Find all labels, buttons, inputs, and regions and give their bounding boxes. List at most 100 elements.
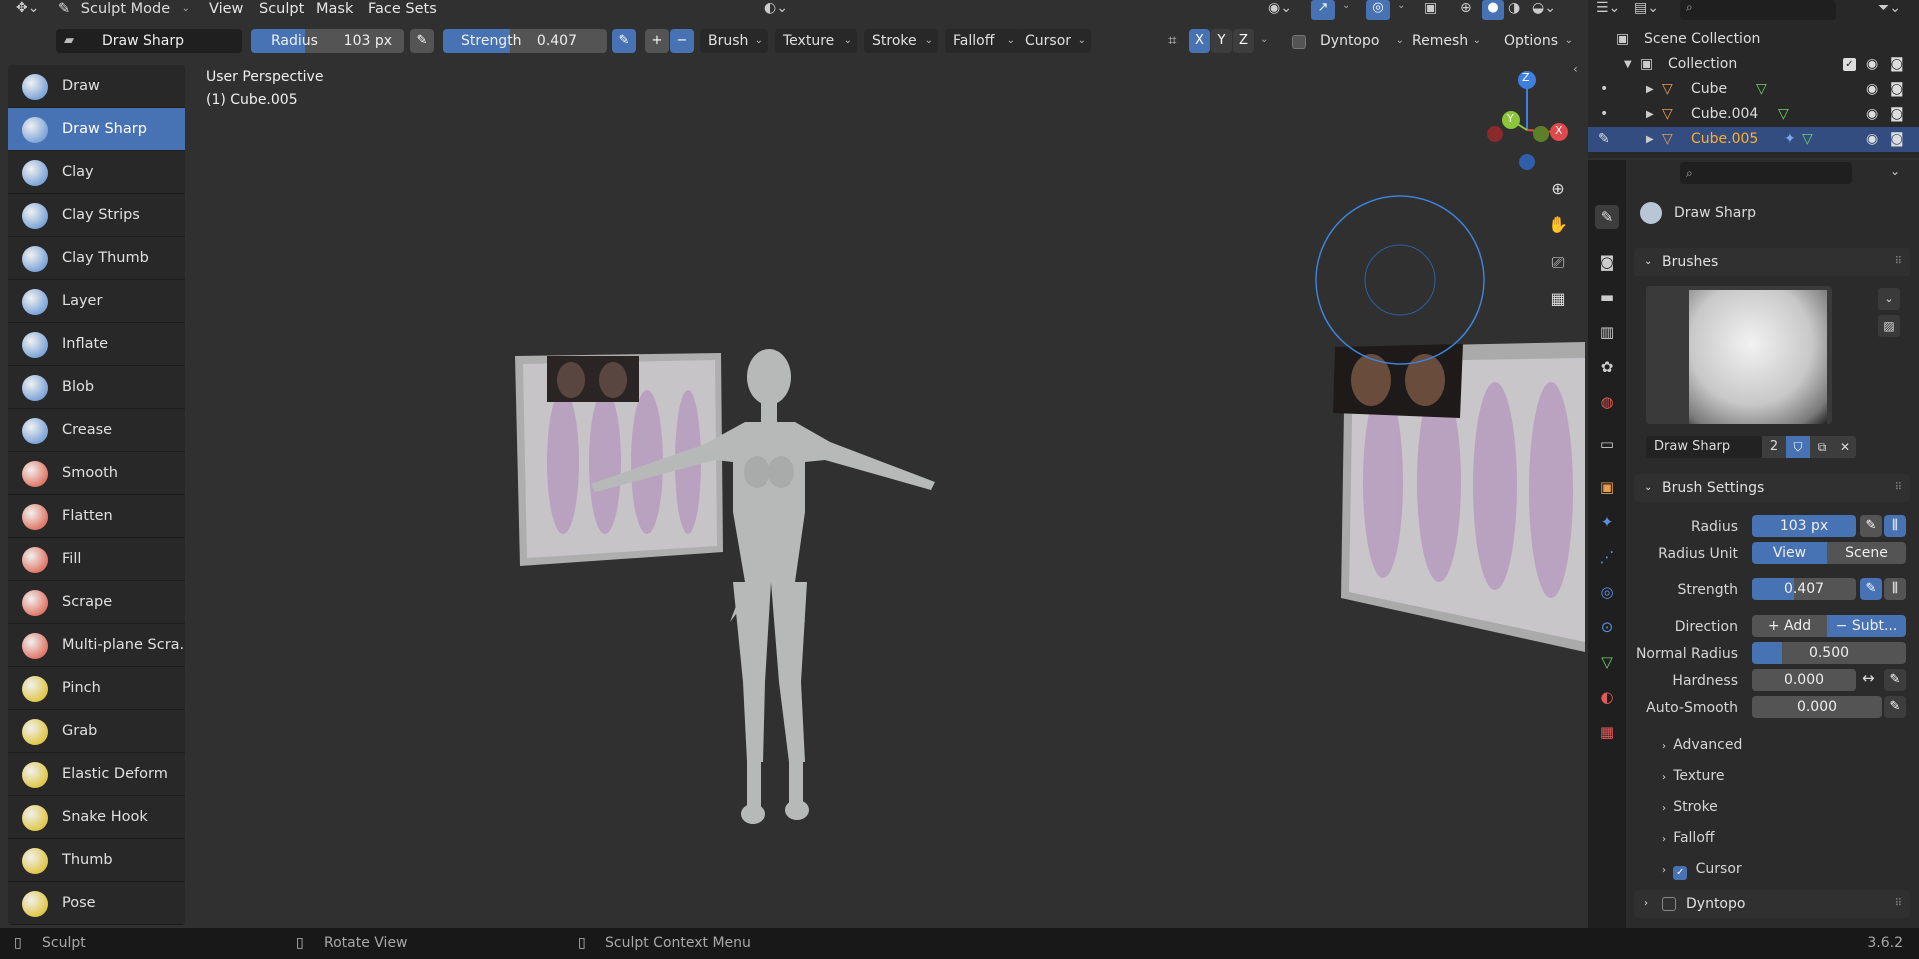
modifier-tab-icon[interactable]: ✦ bbox=[1595, 510, 1619, 534]
brush-datablock-field[interactable]: Draw Sharp bbox=[1646, 436, 1762, 458]
menu-sculpt[interactable]: Sculpt bbox=[259, 0, 304, 18]
direction-add-button[interactable]: + Add bbox=[1752, 615, 1827, 637]
radius-field[interactable]: Radius 103 px bbox=[251, 29, 404, 53]
shading-pivot-icon[interactable]: ◐⌄ bbox=[764, 0, 788, 16]
brush-settings-panel-header[interactable]: ⌄ Brush Settings ⠿ bbox=[1634, 474, 1910, 502]
radius-pressure-icon[interactable]: ✎ bbox=[1860, 515, 1882, 537]
cursor-dropdown[interactable]: Cursor ⌄ bbox=[1017, 29, 1091, 53]
tool-multi-plane-scra[interactable]: Multi-plane Scra... bbox=[8, 624, 185, 667]
tool-tab-icon[interactable]: ✎ bbox=[1595, 205, 1619, 229]
menu-face-sets[interactable]: Face Sets bbox=[368, 0, 437, 18]
xray-toggle-icon[interactable]: ▣ bbox=[1424, 0, 1437, 16]
camera-view-icon[interactable]: ⎚ bbox=[1543, 248, 1573, 278]
radius-unit-scene-button[interactable]: Scene bbox=[1827, 542, 1906, 564]
chevron-down-icon[interactable]: ⌄ bbox=[1890, 164, 1900, 178]
texture-subpanel[interactable]: › Texture bbox=[1662, 764, 1724, 790]
chevron-down-icon[interactable]: ⌄ bbox=[1260, 34, 1268, 45]
world-tab-icon[interactable]: ◍ bbox=[1595, 390, 1619, 414]
display-mode-icon[interactable]: ▤⌄ bbox=[1634, 0, 1659, 16]
autosmooth-pressure-icon[interactable]: ✎ bbox=[1884, 696, 1906, 718]
tool-pinch[interactable]: Pinch bbox=[8, 667, 185, 710]
stroke-subpanel[interactable]: › Stroke bbox=[1662, 795, 1718, 821]
mode-dropdown[interactable]: ✎ Sculpt Mode ⌄ bbox=[58, 0, 192, 18]
brush-users-count[interactable]: 2 bbox=[1762, 436, 1786, 458]
chevron-right-icon[interactable]: ▶ bbox=[1646, 77, 1654, 102]
chevron-down-icon[interactable]: ⌄ bbox=[1397, 0, 1405, 11]
shading-wireframe-icon[interactable]: ⊕ bbox=[1460, 0, 1472, 16]
tool-clay-thumb[interactable]: Clay Thumb bbox=[8, 237, 185, 280]
unlink-brush-icon[interactable]: ✕ bbox=[1834, 436, 1856, 458]
physics-tab-icon[interactable]: ◎ bbox=[1595, 580, 1619, 604]
outliner-object-row[interactable]: • ▶ ▽ Cube ▽ ◉ ◙ bbox=[1588, 77, 1919, 102]
render-tab-icon[interactable]: ◙ bbox=[1595, 250, 1619, 274]
brush-preview-tile[interactable] bbox=[1646, 286, 1832, 424]
shading-material-icon[interactable]: ◑ bbox=[1508, 0, 1520, 16]
texture-tab-icon[interactable]: ▦ bbox=[1595, 720, 1619, 744]
brush-selector[interactable]: ▰ Draw Sharp bbox=[56, 29, 242, 53]
dyntopo-checkbox[interactable] bbox=[1292, 35, 1306, 49]
tool-elastic-deform[interactable]: Elastic Deform bbox=[8, 753, 185, 796]
shading-solid-icon[interactable]: ● bbox=[1482, 0, 1504, 20]
falloff-subpanel[interactable]: › Falloff bbox=[1662, 826, 1715, 852]
dyntopo-checkbox[interactable] bbox=[1662, 897, 1676, 911]
strength-pressure-icon[interactable]: ✎ bbox=[612, 29, 636, 53]
strength-field[interactable]: 0.407 bbox=[1752, 578, 1856, 600]
constraints-tab-icon[interactable]: ⊙ bbox=[1595, 615, 1619, 639]
cursor-checkbox[interactable]: ✓ bbox=[1673, 866, 1688, 880]
texture-dropdown[interactable]: Texture ⌄ bbox=[775, 29, 857, 53]
view-layer-tab-icon[interactable]: ▥ bbox=[1595, 320, 1619, 344]
collection-tab-icon[interactable]: ▭ bbox=[1595, 432, 1619, 456]
outliner-object-row-selected[interactable]: ✎ ▶ ▽ Cube.005 ✦ ▽ ◉ ◙ bbox=[1588, 127, 1919, 152]
scene-collection-row[interactable]: ▣ Scene Collection bbox=[1588, 27, 1919, 52]
tool-blob[interactable]: Blob bbox=[8, 366, 185, 409]
visibility-eye-icon[interactable]: ◉ bbox=[1866, 52, 1878, 77]
output-tab-icon[interactable]: ▬ bbox=[1595, 285, 1619, 309]
direction-add-button[interactable]: + bbox=[645, 29, 669, 53]
visibility-eye-icon[interactable]: ◉ bbox=[1866, 77, 1878, 102]
tool-draw[interactable]: Draw bbox=[8, 65, 185, 108]
chevron-right-icon[interactable]: ▶ bbox=[1646, 127, 1654, 152]
tool-flatten[interactable]: Flatten bbox=[8, 495, 185, 538]
dyntopo-panel-header[interactable]: › Dyntopo ⠿ bbox=[1634, 890, 1910, 918]
direction-subtract-button[interactable]: − Subt... bbox=[1827, 615, 1906, 637]
zoom-icon[interactable]: ⊕ bbox=[1543, 174, 1573, 204]
overlays-toggle-icon[interactable]: ◎ bbox=[1366, 0, 1390, 20]
render-camera-icon[interactable]: ◙ bbox=[1890, 102, 1904, 127]
data-tab-icon[interactable]: ▽ bbox=[1595, 650, 1619, 674]
pan-hand-icon[interactable]: ✋ bbox=[1543, 210, 1573, 240]
object-tab-icon[interactable]: ▣ bbox=[1595, 475, 1619, 499]
strength-tablet-icon[interactable]: ⫼ bbox=[1884, 578, 1906, 600]
tool-scrape[interactable]: Scrape bbox=[8, 581, 185, 624]
mirror-x-toggle[interactable]: X bbox=[1189, 29, 1210, 53]
hardness-field[interactable]: 0.000 bbox=[1752, 669, 1856, 691]
drag-handle-icon[interactable]: ⠿ bbox=[1895, 474, 1902, 502]
collapse-sidebar-icon[interactable]: ‹ bbox=[1573, 62, 1578, 76]
normal-radius-field[interactable]: 0.500 bbox=[1752, 642, 1906, 664]
autosmooth-field[interactable]: 0.000 bbox=[1752, 696, 1882, 718]
strength-pressure-icon[interactable]: ✎ bbox=[1860, 578, 1882, 600]
outliner-object-row[interactable]: • ▶ ▽ Cube.004 ▽ ◉ ◙ bbox=[1588, 102, 1919, 127]
mirror-z-toggle[interactable]: Z bbox=[1233, 29, 1254, 53]
outliner-search-input[interactable]: ⌕ bbox=[1680, 0, 1836, 20]
filter-icon[interactable]: ⏷⌄ bbox=[1878, 0, 1901, 16]
radius-pressure-icon[interactable]: ✎ bbox=[410, 29, 434, 53]
mirror-y-toggle[interactable]: Y bbox=[1211, 29, 1232, 53]
outliner-type-icon[interactable]: ☰⌄ bbox=[1596, 0, 1620, 16]
radius-field[interactable]: 103 px bbox=[1752, 515, 1856, 537]
tool-snake-hook[interactable]: Snake Hook bbox=[8, 796, 185, 839]
tool-fill[interactable]: Fill bbox=[8, 538, 185, 581]
brush-list-expand-icon[interactable]: ⌄ bbox=[1878, 288, 1900, 310]
radius-unit-view-button[interactable]: View bbox=[1752, 542, 1827, 564]
tool-crease[interactable]: Crease bbox=[8, 409, 185, 452]
exclude-checkbox[interactable]: ✓ bbox=[1843, 58, 1856, 71]
render-camera-icon[interactable]: ◙ bbox=[1890, 52, 1904, 77]
chevron-right-icon[interactable]: ▶ bbox=[1646, 102, 1654, 127]
tool-pose[interactable]: Pose bbox=[8, 882, 185, 925]
tool-smooth[interactable]: Smooth bbox=[8, 452, 185, 495]
fake-user-shield-icon[interactable]: ⛉ bbox=[1786, 436, 1810, 458]
tool-clay[interactable]: Clay bbox=[8, 151, 185, 194]
tool-draw-sharp[interactable]: Draw Sharp bbox=[8, 108, 185, 151]
chevron-down-icon[interactable]: ⌄ bbox=[1342, 0, 1350, 11]
hardness-pressure-icon[interactable]: ✎ bbox=[1884, 669, 1906, 691]
perspective-toggle-icon[interactable]: ▦ bbox=[1543, 284, 1573, 314]
